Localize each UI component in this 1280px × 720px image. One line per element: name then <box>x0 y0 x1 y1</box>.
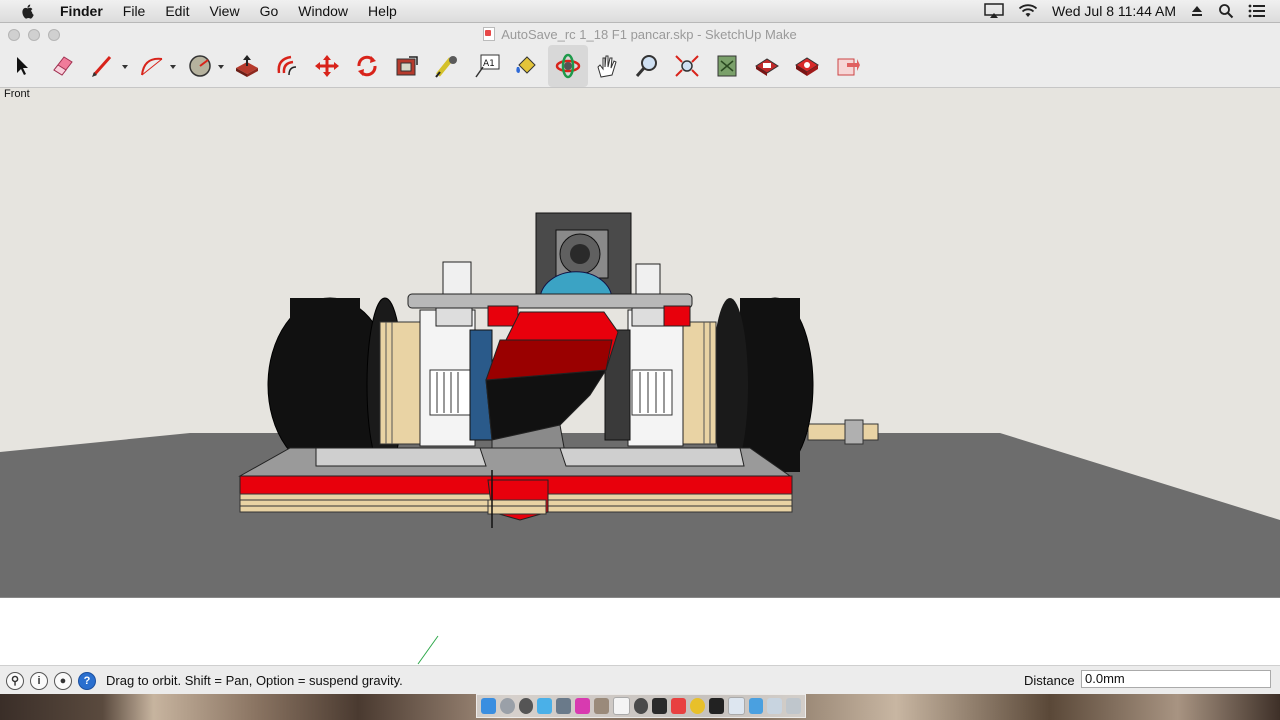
tape-measure-tool-button[interactable] <box>430 49 464 83</box>
instructor-help-icon[interactable]: ? <box>78 671 96 690</box>
3d-warehouse-icon <box>717 55 737 77</box>
eraser-tool-button[interactable] <box>46 49 80 83</box>
layout-icon <box>795 57 819 76</box>
push-pull-icon <box>236 55 258 77</box>
top-plate <box>407 293 693 309</box>
downloads-dock-icon[interactable] <box>767 698 783 714</box>
move-icon <box>315 55 339 77</box>
spotlight-search-icon[interactable] <box>1218 3 1234 19</box>
menu-window[interactable]: Window <box>298 3 348 19</box>
rotate-tool-button[interactable] <box>350 49 384 83</box>
safari-dock-icon[interactable] <box>537 698 553 714</box>
orbit-tool-button[interactable] <box>548 45 588 87</box>
select-tool-button[interactable] <box>6 49 40 83</box>
orbit-icon <box>555 53 581 79</box>
select-arrow-icon <box>17 57 28 75</box>
lower-canvas-area[interactable] <box>0 597 1280 666</box>
send-to-layout-icon <box>837 58 860 76</box>
trash-dock-icon[interactable] <box>786 698 802 714</box>
text-icon: A1 <box>475 54 500 78</box>
line-tool-button[interactable] <box>88 49 132 83</box>
credits-info-icon[interactable]: i <box>30 671 48 690</box>
dock <box>476 694 806 718</box>
sketchup-dock-icon[interactable] <box>671 698 687 714</box>
distance-label: Distance <box>1024 673 1075 688</box>
eject-icon[interactable] <box>1190 4 1204 18</box>
offset-tool-button[interactable] <box>270 49 304 83</box>
menu-app-name[interactable]: Finder <box>60 3 103 19</box>
photos-dock-icon[interactable] <box>575 698 590 714</box>
layout-button[interactable] <box>790 49 824 83</box>
pan-hand-icon <box>597 55 617 78</box>
menu-view[interactable]: View <box>209 3 239 19</box>
document-dock-icon[interactable] <box>727 697 745 715</box>
launchpad-dock-icon[interactable] <box>499 698 515 714</box>
rotate-icon <box>357 55 377 77</box>
paint-bucket-tool-button[interactable] <box>510 49 544 83</box>
push-pull-tool-button[interactable] <box>230 49 264 83</box>
scale-tool-button[interactable] <box>390 49 424 83</box>
menu-help[interactable]: Help <box>368 3 397 19</box>
distance-input[interactable]: 0.0mm <box>1081 670 1271 688</box>
menu-go[interactable]: Go <box>260 3 279 19</box>
arc-icon <box>141 57 176 76</box>
document-icon <box>483 27 496 41</box>
right-chassis-plate <box>679 321 717 445</box>
kindle-dock-icon[interactable] <box>652 698 668 714</box>
airplay-icon[interactable] <box>984 3 1004 19</box>
notification-center-icon[interactable] <box>1248 4 1266 18</box>
svg-text:A1: A1 <box>483 59 495 69</box>
scale-icon <box>396 56 418 76</box>
folder-dock-icon[interactable] <box>748 698 764 714</box>
rear-axle <box>807 423 879 441</box>
arc-tool-button[interactable] <box>136 49 180 83</box>
move-tool-button[interactable] <box>310 49 344 83</box>
chrome-dock-icon[interactable] <box>690 698 705 714</box>
geolocation-icon[interactable]: ⚲ <box>6 671 24 690</box>
offset-icon <box>277 55 297 76</box>
menubar-extras: Wed Jul 8 11:44 AM <box>970 0 1280 22</box>
user-account-icon[interactable]: ● <box>54 671 72 690</box>
menubar-clock[interactable]: Wed Jul 8 11:44 AM <box>1052 3 1176 19</box>
pan-tool-button[interactable] <box>590 49 624 83</box>
contacts-dock-icon[interactable] <box>593 698 609 714</box>
eraser-icon <box>53 56 73 76</box>
menu-file[interactable]: File <box>123 3 146 19</box>
system-preferences-dock-icon[interactable] <box>518 698 534 714</box>
drawing-viewport[interactable]: Front <box>0 88 1280 597</box>
zoom-extents-icon <box>675 55 699 77</box>
extension-warehouse-icon <box>755 58 779 76</box>
paint-bucket-icon <box>516 56 536 74</box>
send-to-layout-button[interactable] <box>830 49 864 83</box>
circle-shape-icon <box>189 55 224 77</box>
text-tool-button[interactable]: A1 <box>470 49 504 83</box>
status-bar: ⚲ i ● ? Drag to orbit. Shift = Pan, Opti… <box>0 665 1280 695</box>
window-title-text: AutoSave_rc 1_18 F1 pancar.skp - SketchU… <box>501 27 797 42</box>
menu-edit[interactable]: Edit <box>165 3 189 19</box>
zoom-extents-tool-button[interactable] <box>670 49 704 83</box>
wifi-icon[interactable] <box>1018 3 1038 19</box>
itunes-dock-icon[interactable] <box>633 698 649 714</box>
3d-warehouse-button[interactable] <box>710 49 744 83</box>
zoom-tool-button[interactable] <box>630 49 664 83</box>
window-titlebar: AutoSave_rc 1_18 F1 pancar.skp - SketchU… <box>0 23 1280 45</box>
calendar-dock-icon[interactable] <box>612 697 630 715</box>
extension-warehouse-button[interactable] <box>750 49 784 83</box>
apple-icon[interactable] <box>20 3 36 19</box>
pencil-line-icon <box>92 56 128 77</box>
circle-tool-button[interactable] <box>184 49 228 83</box>
model-view <box>0 212 1280 597</box>
zoom-icon <box>635 55 657 77</box>
finder-dock-icon[interactable] <box>481 698 496 714</box>
window-title: AutoSave_rc 1_18 F1 pancar.skp - SketchU… <box>0 27 1280 42</box>
tape-measure-icon <box>435 56 457 78</box>
status-hint: Drag to orbit. Shift = Pan, Option = sus… <box>106 673 403 688</box>
terminal-dock-icon[interactable] <box>708 698 724 714</box>
rocket-dock-icon[interactable] <box>556 698 572 714</box>
large-tool-set-toolbar: A1 <box>0 45 1280 88</box>
menu-bar: Finder File Edit View Go Window Help Wed… <box>0 0 1280 23</box>
